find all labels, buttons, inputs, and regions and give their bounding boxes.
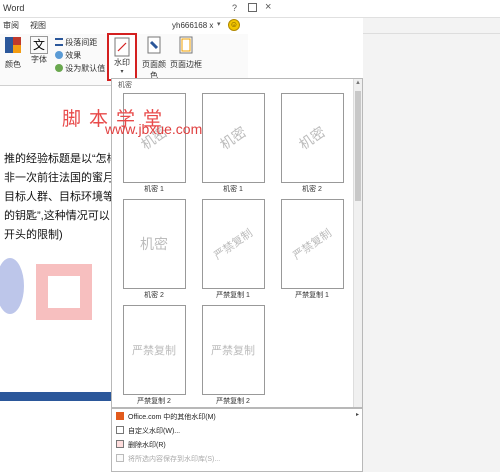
document-line: 非一次前往法国的蜜月旅 [4,172,115,184]
effects-label: 效果 [65,51,82,60]
page-border-icon [179,36,193,54]
user-name[interactable]: yh666168 x [172,21,213,30]
background-window [363,34,500,472]
document-line: 开头的限制) [4,229,63,241]
menu-label: Office.com 中的其他水印(M) [128,414,216,421]
document-line: 的钥匙”,这种情况可以 [4,210,110,222]
chevron-down-icon: ▾ [120,69,124,75]
scroll-thumb[interactable] [355,91,361,201]
thumb-label: 机密 1 [144,186,164,193]
font-icon: 文 [30,36,48,54]
document-page[interactable]: 推的经验标题是以“怎样 非一次前往法国的蜜月旅 目标人群、目标环境等 的钥匙”,… [0,86,115,392]
chevron-down-icon[interactable]: ▾ [217,20,221,28]
remove-watermark-item[interactable]: 删除水印(R) [116,440,166,450]
menu-label: 将所选内容保存到水印库(S)... [128,456,221,463]
office-icon [116,412,124,420]
thumb-label: 严禁复制 1 [216,292,250,299]
watermark-thumb-3[interactable]: 机密 机密 2 [279,93,345,194]
set-default-button[interactable]: 设为默认值 [55,63,105,74]
watermark-preview: 机密 [201,93,265,183]
watermark-text: 严禁复制 [132,345,176,357]
paragraph-spacing-label: 段落间距 [65,38,98,47]
color-palette-icon [5,37,21,53]
help-button[interactable]: ? [232,3,237,13]
watermark-menu: Office.com 中的其他水印(M) ▸ 自定义水印(W)... 删除水印(… [111,408,363,472]
watermark-thumb-6[interactable]: 严禁复制 严禁复制 1 [279,199,345,300]
remove-watermark-icon [116,440,124,448]
watermark-thumb-2[interactable]: 机密 机密 1 [200,93,266,194]
close-button[interactable]: × [265,1,271,13]
watermark-thumb-8[interactable]: 严禁复制 严禁复制 2 [200,305,266,406]
scroll-up-icon[interactable]: ▲ [355,80,361,86]
watermark-preview: 机密 [122,199,186,289]
page-color-button[interactable]: 页面颜色 [140,36,168,81]
save-to-gallery-item[interactable]: 将所选内容保存到水印库(S)... [116,454,220,464]
smiley-icon[interactable]: ☺ [228,19,240,31]
status-bar [0,392,115,401]
fonts-button[interactable]: 文 字体 [28,36,50,65]
thumb-label: 严禁复制 2 [137,398,171,405]
watermark-text: 机密 [216,123,250,153]
tab-view[interactable]: 视图 [30,20,46,31]
watermark-preview: 严禁复制 [201,199,265,289]
effects-icon [55,51,63,59]
watermark-button[interactable]: 水印 ▾ [107,33,137,81]
page-borders-button[interactable]: 页面边框 [170,36,202,70]
title-bar: Word ? × [0,0,500,18]
right-window-titlebar [363,18,500,34]
custom-watermark-icon [116,426,124,434]
paragraph-spacing-button[interactable]: 段落间距 [55,37,97,48]
watermark-label: 水印 [114,58,130,67]
tab-review[interactable]: 审阅 [3,20,19,31]
gallery-scrollbar[interactable]: ▲ [353,79,362,407]
menu-label: 删除水印(R) [128,442,166,449]
watermark-text: 严禁复制 [291,227,335,263]
thumb-label: 机密 1 [223,186,243,193]
thumb-label: 机密 2 [144,292,164,299]
set-default-label: 设为默认值 [65,64,106,73]
watermark-thumb-7[interactable]: 严禁复制 严禁复制 2 [121,305,187,406]
colors-label: 颜色 [5,60,21,69]
document-line: 目标人群、目标环境等 [4,191,114,203]
watermark-text: 机密 [140,236,168,252]
page-borders-label: 页面边框 [170,60,202,69]
menu-label: 自定义水印(W)... [128,428,181,435]
gallery-header: 机密 [118,82,132,89]
submenu-arrow-icon: ▸ [356,412,360,418]
effects-button[interactable]: 效果 [55,50,81,61]
window-title: Word [3,3,25,13]
document-line: 推的经验标题是以“怎样 [4,153,115,165]
thumb-label: 机密 2 [302,186,322,193]
document-body[interactable]: 推的经验标题是以“怎样 非一次前往法国的蜜月旅 目标人群、目标环境等 的钥匙”,… [4,150,115,245]
watermark-thumb-4[interactable]: 机密 机密 2 [121,199,187,300]
fonts-label: 字体 [31,55,47,64]
colors-button[interactable]: 颜色 [2,36,24,70]
watermark-text: 严禁复制 [212,227,256,263]
page-color-icon [147,36,161,54]
watermark-thumb-5[interactable]: 严禁复制 严禁复制 1 [200,199,266,300]
custom-watermark-item[interactable]: 自定义水印(W)... [116,426,180,436]
more-watermarks-item[interactable]: Office.com 中的其他水印(M) [116,412,216,422]
baidu-logo [0,258,92,320]
paragraph-spacing-icon [55,38,63,46]
thumb-label: 严禁复制 1 [295,292,329,299]
checkmark-icon [55,64,63,72]
watermark-text: 严禁复制 [211,345,255,357]
watermark-preview: 严禁复制 [201,305,265,395]
watermark-preview: 严禁复制 [122,305,186,395]
restore-button[interactable] [248,3,257,12]
watermark-icon [114,37,130,57]
watermark-preview: 严禁复制 [280,199,344,289]
save-to-gallery-icon [116,454,124,462]
thumb-label: 严禁复制 2 [216,398,250,405]
watermark-preview: 机密 [280,93,344,183]
site-url: www.jbxue.com [105,121,203,137]
watermark-text: 机密 [295,123,329,153]
